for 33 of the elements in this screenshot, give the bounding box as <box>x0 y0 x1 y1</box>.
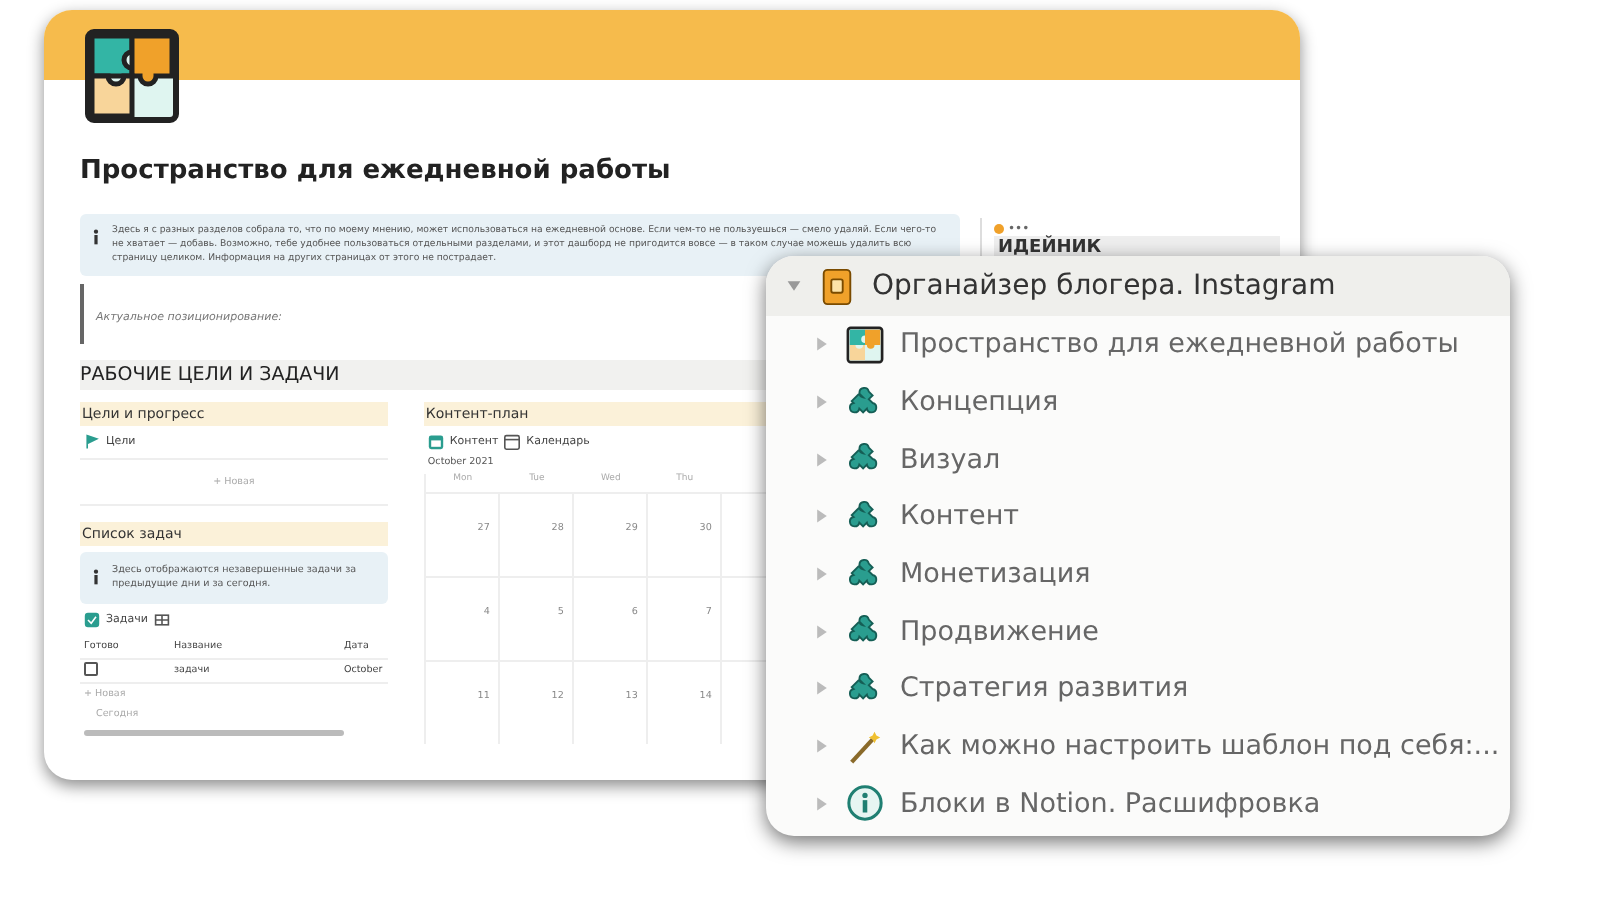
table-view-icon[interactable] <box>153 612 170 628</box>
caret-icon[interactable] <box>814 566 830 583</box>
checkbox[interactable] <box>84 662 98 676</box>
calendar-icon <box>427 434 444 450</box>
tree-item[interactable]: Контент <box>900 500 1020 533</box>
scrollbar[interactable] <box>84 730 344 736</box>
magic-wand-icon <box>846 727 884 766</box>
caret-icon[interactable] <box>814 508 830 525</box>
page-title: Пространство для ежедневной работы <box>80 156 673 186</box>
calendar-icon <box>504 434 521 450</box>
caret-icon[interactable] <box>814 623 830 640</box>
tree-item[interactable]: Как можно настроить шаблон под себя:... <box>900 730 1500 763</box>
tree-item[interactable]: Блоки в Notion. Расшифровка <box>900 787 1321 820</box>
tree-item[interactable]: Стратегия развития <box>900 672 1189 705</box>
checklist-icon <box>84 612 100 628</box>
info-icon <box>92 228 100 246</box>
tree-item[interactable]: Пространство для ежедневной работы <box>900 328 1459 361</box>
flag-icon <box>84 434 100 450</box>
caret-icon[interactable] <box>814 394 830 411</box>
caret-icon[interactable] <box>814 738 830 755</box>
tree-item[interactable]: Продвижение <box>900 615 1099 648</box>
caret-icon[interactable] <box>814 451 830 468</box>
puzzle-icon <box>84 28 180 124</box>
tree-item[interactable]: Монетизация <box>900 558 1091 591</box>
info-icon <box>846 784 884 823</box>
status-dot <box>994 224 1004 234</box>
puzzle-icon <box>846 325 884 364</box>
caret-icon[interactable] <box>814 336 830 353</box>
caret-icon[interactable] <box>814 680 830 697</box>
caret-icon[interactable] <box>814 795 830 812</box>
notebook-icon <box>818 267 856 305</box>
tree-item[interactable]: Визуал <box>900 443 1001 476</box>
info-icon <box>92 568 100 586</box>
